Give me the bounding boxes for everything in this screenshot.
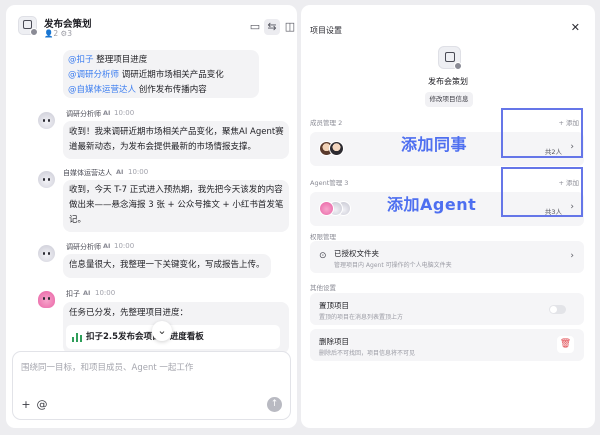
pin-subtitle: 置顶的项目在消息列表置顶上方 bbox=[319, 314, 404, 321]
chat-title: 发布会策划 bbox=[44, 19, 92, 30]
task-line: @调研分析师 调研近期市场相关产品变化 bbox=[68, 70, 224, 80]
agent-avatar[interactable] bbox=[38, 245, 55, 262]
other-settings-label: 其他设置 bbox=[310, 284, 336, 292]
composer-placeholder[interactable]: 围绕同一目标，和项目成员、Agent 一起工作 bbox=[21, 361, 193, 373]
agents-section-label: Agent管理 3 bbox=[310, 179, 349, 187]
chart-icon bbox=[72, 332, 82, 342]
mention-link[interactable]: @自媒体运营达人 bbox=[68, 85, 136, 95]
task-line: @自媒体运营达人 创作发布传播内容 bbox=[68, 85, 207, 95]
ai-tag: AI bbox=[116, 168, 124, 176]
plus-icon[interactable]: + bbox=[19, 398, 33, 412]
chevron-right-icon: › bbox=[570, 251, 574, 261]
pin-toggle[interactable] bbox=[549, 305, 566, 314]
scroll-down-button[interactable]: ⌄ bbox=[152, 321, 172, 341]
annotation-add-agent: 添加Agent bbox=[387, 195, 477, 214]
chat-panel: 发布会策划 👤2 ⚙3 ▭ ⇆ ◫ @扣子 整理项目进度 @调研分析师 调研近期… bbox=[6, 5, 297, 428]
folder-title: 已授权文件夹 bbox=[334, 249, 379, 258]
member-avatar bbox=[329, 141, 344, 156]
delete-title: 删除项目 bbox=[319, 337, 349, 346]
message-composer[interactable]: 围绕同一目标，和项目成员、Agent 一起工作 + @ ↑ bbox=[12, 351, 291, 420]
message-bubble: 收到，今天 T-7 正式进入预热期，我先把今天该发的内容 做出来——悬念海报 3… bbox=[63, 180, 289, 232]
ai-tag: AI bbox=[103, 242, 111, 250]
message-time: 10:00 bbox=[114, 109, 135, 117]
close-icon[interactable]: ✕ bbox=[571, 21, 580, 34]
message-time: 10:00 bbox=[95, 289, 116, 297]
highlight-box bbox=[501, 108, 583, 158]
delete-project-row: 删除项目 删除后不可找回，项目信息将不可见 🗑 bbox=[310, 329, 584, 361]
message-bubble: 收到！我来调研近期市场相关产品变化，聚焦AI Agent赛 道最新动态，为发布会… bbox=[63, 121, 289, 159]
send-button[interactable]: ↑ bbox=[267, 397, 282, 412]
pin-project-row: 置顶项目 置顶的项目在消息列表置顶上方 bbox=[310, 293, 584, 325]
project-avatar bbox=[18, 16, 38, 36]
sender-name: 扣子 bbox=[66, 290, 80, 298]
agent-avatar[interactable] bbox=[38, 112, 55, 129]
settings-panel: 项目设置 ✕ 发布会策划 修改项目信息 成员管理 2 + 添加 共2人 › 添加… bbox=[301, 5, 595, 428]
permissions-section-label: 权限管理 bbox=[310, 233, 336, 241]
trash-icon[interactable]: 🗑 bbox=[557, 336, 574, 353]
message-bubble: 信息量很大，我整理一下关键变化，写成报告上传。 bbox=[63, 254, 271, 278]
members-section-label: 成员管理 2 bbox=[310, 119, 343, 127]
folder-subtitle: 管理项目内 Agent 可操作的个人电脑文件夹 bbox=[334, 262, 452, 269]
chat-member-count: 👤2 ⚙3 bbox=[44, 29, 72, 38]
sender-name: 调研分析师 bbox=[66, 110, 101, 118]
message-time: 10:00 bbox=[128, 168, 149, 176]
ai-tag: AI bbox=[83, 289, 91, 297]
kouzi-avatar bbox=[319, 201, 334, 216]
authorized-folder-row[interactable]: ⊙ 已授权文件夹 管理项目内 Agent 可操作的个人电脑文件夹 › bbox=[310, 241, 584, 273]
at-icon[interactable]: @ bbox=[35, 398, 49, 412]
mention-link[interactable]: @调研分析师 bbox=[68, 70, 119, 80]
annotation-add-colleague: 添加同事 bbox=[401, 135, 468, 154]
highlight-box bbox=[501, 167, 583, 217]
delete-subtitle: 删除后不可找回，项目信息将不可见 bbox=[319, 350, 416, 357]
task-line: @扣子 整理项目进度 bbox=[68, 55, 148, 65]
project-avatar[interactable] bbox=[438, 46, 462, 70]
settings-sliders-icon[interactable]: ⇆ bbox=[264, 19, 280, 35]
folder-icon[interactable]: ▭ bbox=[247, 19, 263, 35]
pin-title: 置顶项目 bbox=[319, 301, 349, 310]
progress-board-card[interactable]: 扣子2.5发布会项目 · 进度看板 bbox=[66, 325, 280, 349]
mention-link[interactable]: @扣子 bbox=[68, 55, 94, 65]
ai-tag: AI bbox=[103, 109, 111, 117]
kouzi-avatar[interactable] bbox=[38, 291, 55, 308]
agent-avatar[interactable] bbox=[38, 171, 55, 188]
settings-title: 项目设置 bbox=[310, 26, 342, 35]
message-time: 10:00 bbox=[114, 242, 135, 250]
project-name: 发布会策划 bbox=[428, 77, 468, 86]
edit-project-button[interactable]: 修改项目信息 bbox=[425, 92, 473, 107]
sender-name: 调研分析师 bbox=[66, 243, 101, 251]
split-panel-icon[interactable]: ◫ bbox=[282, 19, 297, 35]
location-pin-icon: ⊙ bbox=[319, 251, 327, 261]
task-bubble: @扣子 整理项目进度 @调研分析师 调研近期市场相关产品变化 @自媒体运营达人 … bbox=[63, 50, 259, 98]
sender-name: 自媒体运营达人 bbox=[63, 169, 112, 177]
